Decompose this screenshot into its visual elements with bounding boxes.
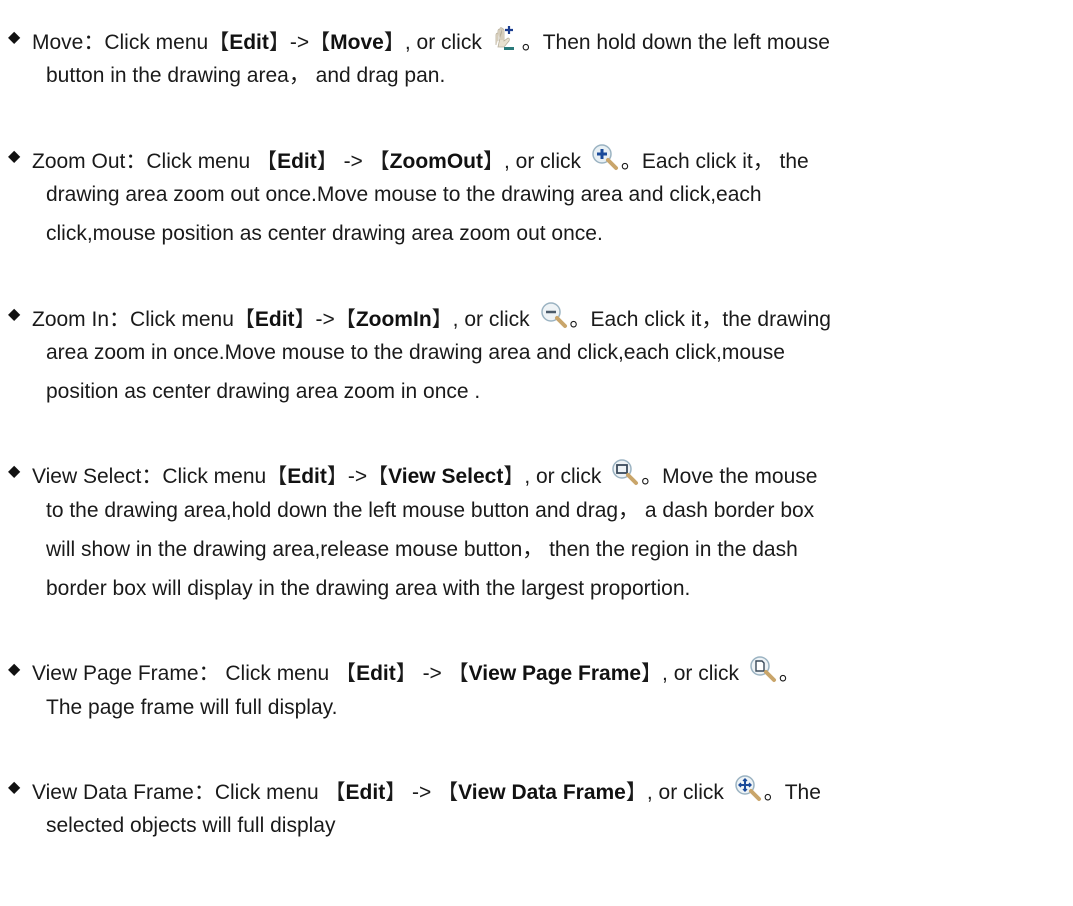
document: ◆ Move：Click menu【Edit】->【Move】, or clic… bbox=[0, 0, 1073, 906]
zoom-window-icon[interactable] bbox=[609, 457, 639, 487]
viewselect-line-1: View Select：Click menu【Edit】->【View Sele… bbox=[32, 457, 817, 491]
move-line-2: button in the drawing area， and drag pan… bbox=[46, 64, 446, 87]
zoomin-line-2: area zoom in once.Move mouse to the draw… bbox=[46, 341, 785, 364]
bullet-icon: ◆ bbox=[8, 306, 21, 323]
zoomin-line-1: Zoom In：Click menu【Edit】->【ZoomIn】, or c… bbox=[32, 300, 831, 334]
pageframe-line-2: The page frame will full display. bbox=[46, 696, 338, 719]
move-hand-icon[interactable] bbox=[489, 23, 520, 53]
bullet-icon: ◆ bbox=[8, 148, 21, 165]
zoomin-line-3: position as center drawing area zoom in … bbox=[46, 380, 481, 403]
bullet-icon: ◆ bbox=[8, 661, 21, 678]
zoomout-line-1: Zoom Out：Click menu 【Edit】 -> 【ZoomOut】,… bbox=[32, 142, 809, 176]
zoomout-line-3: click,mouse position as center drawing a… bbox=[46, 222, 603, 245]
dataframe-line-2: selected objects will full display bbox=[46, 814, 336, 837]
viewselect-line-4: border box will display in the drawing a… bbox=[46, 577, 691, 600]
pageframe-line-1: View Page Frame： Click menu 【Edit】 -> 【V… bbox=[32, 654, 800, 688]
zoomout-line-2: drawing area zoom out once.Move mouse to… bbox=[46, 183, 762, 206]
bullet-icon: ◆ bbox=[8, 463, 21, 480]
zoom-extents-icon[interactable] bbox=[732, 773, 762, 803]
zoom-page-icon[interactable] bbox=[747, 654, 777, 684]
viewselect-line-3: will show in the drawing area,release mo… bbox=[46, 538, 798, 561]
bullet-icon: ◆ bbox=[8, 779, 21, 796]
bullet-icon: ◆ bbox=[8, 29, 21, 46]
zoom-minus-icon[interactable] bbox=[538, 300, 568, 330]
move-line-1: Move：Click menu【Edit】->【Move】, or click … bbox=[32, 23, 830, 57]
zoom-plus-icon[interactable] bbox=[589, 142, 619, 172]
dataframe-line-1: View Data Frame：Click menu 【Edit】 -> 【Vi… bbox=[32, 773, 821, 807]
viewselect-line-2: to the drawing area,hold down the left m… bbox=[46, 499, 815, 522]
